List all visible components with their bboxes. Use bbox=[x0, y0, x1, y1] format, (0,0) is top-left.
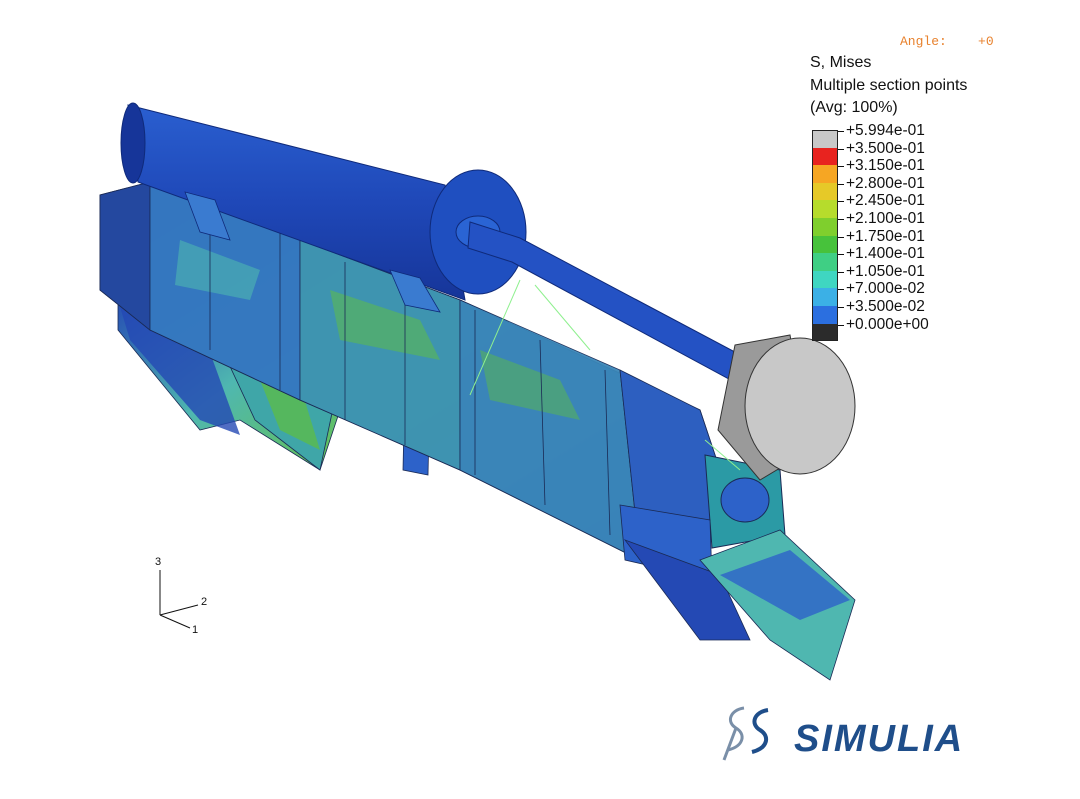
legend-value: +3.500e-02 bbox=[838, 298, 929, 316]
legend-swatch bbox=[812, 147, 838, 166]
contour-legend-labels: +5.994e-01 +3.500e-01 +3.150e-01 +2.800e-01… bbox=[838, 122, 929, 333]
legend-swatch bbox=[812, 217, 838, 236]
legend-variable: S, Mises bbox=[810, 54, 872, 71]
viewport[interactable]: Angle: +0 S, Mises Multiple section poin… bbox=[0, 0, 1080, 799]
legend-value: +2.450e-01 bbox=[838, 192, 929, 210]
legend-swatch bbox=[812, 270, 838, 289]
legend-swatch bbox=[812, 253, 838, 271]
angle-value: +0 bbox=[978, 34, 994, 49]
legend-value: +3.150e-01 bbox=[838, 157, 929, 175]
legend-swatch bbox=[812, 323, 838, 342]
legend-value: +1.400e-01 bbox=[838, 245, 929, 263]
legend-value: +5.994e-01 bbox=[838, 122, 929, 140]
triad-axis-2: 2 bbox=[201, 596, 208, 608]
brand-name: SIMULIA bbox=[794, 718, 965, 760]
axis-triad bbox=[159, 570, 199, 629]
triad-axis-3: 3 bbox=[155, 556, 162, 568]
legend-swatch bbox=[812, 182, 838, 201]
legend-value: +1.750e-01 bbox=[838, 228, 929, 246]
contour-legend-bar bbox=[812, 130, 838, 342]
legend-swatch bbox=[812, 305, 838, 324]
legend-swatch bbox=[812, 235, 838, 254]
legend-value: +2.800e-01 bbox=[838, 175, 929, 193]
simulia-logo: SIMULIA bbox=[716, 700, 1016, 770]
legend-value: +1.050e-01 bbox=[838, 263, 929, 281]
legend-value: +7.000e-02 bbox=[838, 280, 929, 298]
legend-value: +3.500e-01 bbox=[838, 140, 929, 158]
impactor bbox=[717, 334, 856, 481]
legend-swatch bbox=[812, 165, 838, 183]
legend-section: Multiple section points bbox=[810, 77, 968, 94]
legend-swatch bbox=[812, 288, 838, 306]
legend-averaging: (Avg: 100%) bbox=[810, 99, 898, 116]
legend-swatch bbox=[812, 200, 838, 218]
legend-swatch bbox=[812, 130, 838, 148]
ds-logo-icon bbox=[722, 706, 769, 761]
angle-label: Angle: bbox=[900, 34, 947, 49]
angle-readout: Angle: +0 bbox=[900, 34, 994, 49]
fe-model[interactable] bbox=[0, 0, 1080, 799]
triad-axis-1: 1 bbox=[192, 624, 199, 636]
legend-value: +0.000e+00 bbox=[838, 315, 929, 333]
legend-value: +2.100e-01 bbox=[838, 210, 929, 228]
